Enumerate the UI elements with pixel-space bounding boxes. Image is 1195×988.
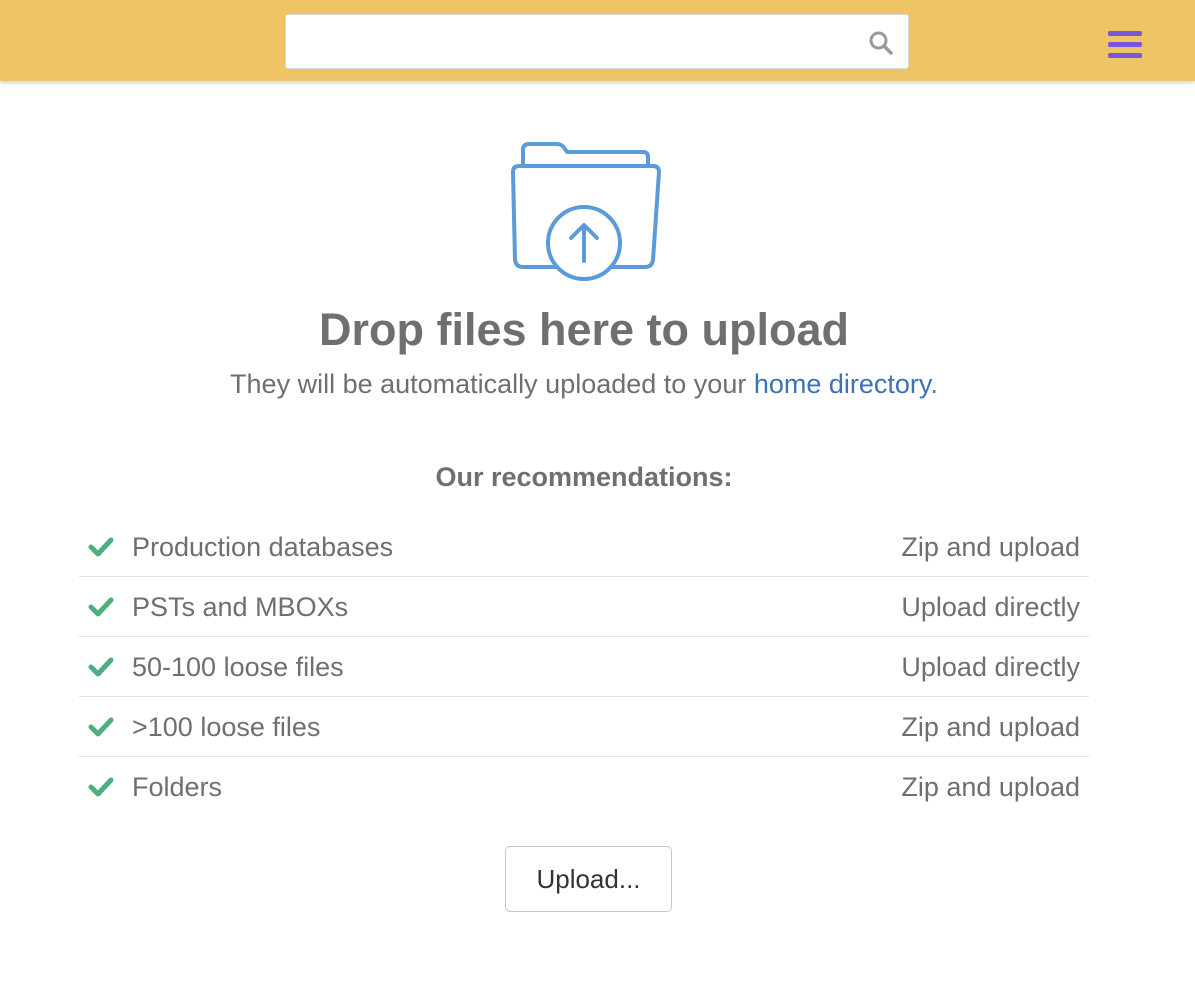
recommendation-action: Zip and upload [901,712,1080,742]
list-item: PSTs and MBOXs Upload directly [79,577,1089,637]
subtitle-prefix: They will be automatically uploaded to y… [230,369,754,399]
home-directory-link[interactable]: home directory [754,369,931,399]
list-item: 50-100 loose files Upload directly [79,637,1089,697]
recommendation-label: Folders [132,772,223,802]
recommendation-label: PSTs and MBOXs [132,592,349,622]
search-box[interactable] [285,14,909,69]
recommendation-action: Upload directly [901,592,1080,622]
recommendations-heading: Our recommendations: [435,462,733,492]
search-input[interactable] [286,15,856,68]
recommendation-label: 50-100 loose files [132,652,344,682]
recommendation-action: Zip and upload [901,772,1080,802]
recommendation-action: Upload directly [901,652,1080,682]
top-bar [0,0,1195,81]
dropzone-subtitle: They will be automatically uploaded to y… [0,364,1168,404]
folder-upload-icon [511,142,661,281]
check-icon [88,657,114,677]
check-icon [88,597,114,617]
check-icon [88,777,114,797]
recommendation-action: Zip and upload [901,532,1080,562]
hamburger-menu-icon[interactable] [1108,31,1142,61]
search-icon[interactable] [868,30,894,56]
recommendation-label: >100 loose files [132,712,321,742]
subtitle-suffix: . [930,369,938,399]
dropzone-title: Drop files here to upload [318,304,850,355]
list-item: Production databases Zip and upload [79,517,1089,577]
upload-button[interactable]: Upload... [505,846,672,912]
check-icon [88,717,114,737]
list-item: >100 loose files Zip and upload [79,697,1089,757]
recommendations-list: Production databases Zip and upload PSTs… [79,517,1089,817]
check-icon [88,537,114,557]
list-item: Folders Zip and upload [79,757,1089,817]
recommendation-label: Production databases [132,532,394,562]
